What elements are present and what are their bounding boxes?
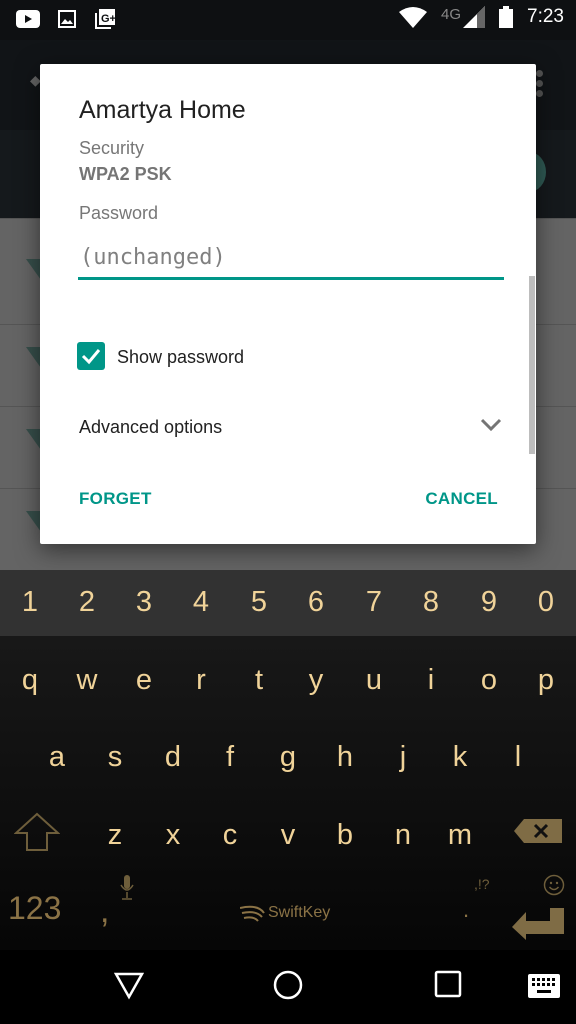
recents-icon[interactable] xyxy=(434,970,462,998)
punctuation-hint: ,!? xyxy=(474,876,490,892)
shift-key-icon[interactable] xyxy=(14,812,60,852)
key-v[interactable]: v xyxy=(268,819,308,852)
key-w[interactable]: w xyxy=(67,664,107,697)
checkmark-icon xyxy=(81,349,101,365)
cancel-button[interactable]: CANCEL xyxy=(425,489,498,509)
key-r[interactable]: r xyxy=(181,664,221,697)
security-label: Security xyxy=(79,138,145,158)
forget-button[interactable]: FORGET xyxy=(79,489,152,509)
key-l[interactable]: l xyxy=(498,741,538,774)
emoji-icon[interactable] xyxy=(543,874,565,896)
key-n[interactable]: n xyxy=(383,819,423,852)
key-u[interactable]: u xyxy=(354,664,394,697)
dialog-scrollbar[interactable] xyxy=(529,276,535,454)
period-key[interactable]: . xyxy=(463,897,469,923)
show-password-label[interactable]: Show password xyxy=(117,347,244,368)
key-y[interactable]: y xyxy=(296,664,336,697)
home-icon[interactable] xyxy=(273,970,303,1000)
clock: 7:23 xyxy=(527,6,564,27)
swiftkey-brand: SwiftKey xyxy=(268,904,331,921)
password-input[interactable] xyxy=(78,238,504,280)
dialog-title: Amartya Home xyxy=(79,96,246,124)
enter-key-icon[interactable] xyxy=(512,908,566,940)
advanced-options-label[interactable]: Advanced options xyxy=(79,417,222,438)
key-j[interactable]: j xyxy=(383,741,423,774)
key-h[interactable]: h xyxy=(325,741,365,774)
key-s[interactable]: s xyxy=(95,741,135,774)
key-q[interactable]: q xyxy=(10,664,50,697)
background-back-icon: ◆ xyxy=(30,72,41,88)
key-a[interactable]: a xyxy=(37,741,77,774)
keyboard: 1234567890qwertyuiopasdfghjklzxcvbnm 123… xyxy=(0,570,576,950)
key-p[interactable]: p xyxy=(526,664,566,697)
key-c[interactable]: c xyxy=(210,819,250,852)
security-value: WPA2 PSK xyxy=(79,164,172,184)
keyboard-icon[interactable] xyxy=(528,974,560,998)
key-o[interactable]: o xyxy=(469,664,509,697)
gallery-icon xyxy=(58,10,76,28)
key-4[interactable]: 4 xyxy=(181,586,221,619)
google-plus-icon: G+ xyxy=(95,9,116,29)
signal-icon xyxy=(463,6,486,28)
key-6[interactable]: 6 xyxy=(296,586,336,619)
key-2[interactable]: 2 xyxy=(67,586,107,619)
key-k[interactable]: k xyxy=(440,741,480,774)
network-type: 4G xyxy=(441,5,462,23)
youtube-icon xyxy=(16,10,40,28)
svg-text:G+: G+ xyxy=(101,13,116,25)
key-b[interactable]: b xyxy=(325,819,365,852)
password-label: Password xyxy=(79,203,159,223)
key-m[interactable]: m xyxy=(440,819,480,852)
symbols-key[interactable]: 123 xyxy=(8,890,61,927)
back-icon[interactable] xyxy=(114,970,144,1000)
wifi-network-dialog: Amartya Home Security WPA2 PSK Password … xyxy=(40,64,536,544)
key-5[interactable]: 5 xyxy=(239,586,279,619)
key-t[interactable]: t xyxy=(239,664,279,697)
wifi-icon xyxy=(399,7,427,28)
key-0[interactable]: 0 xyxy=(526,586,566,619)
comma-key[interactable]: , xyxy=(100,892,109,931)
key-7[interactable]: 7 xyxy=(354,586,394,619)
show-password-checkbox[interactable] xyxy=(77,342,105,370)
key-8[interactable]: 8 xyxy=(411,586,451,619)
key-f[interactable]: f xyxy=(210,741,250,774)
background-overflow-menu-icon xyxy=(536,70,544,100)
swiftkey-logo-icon xyxy=(240,905,265,922)
key-g[interactable]: g xyxy=(268,741,308,774)
key-d[interactable]: d xyxy=(153,741,193,774)
battery-icon xyxy=(499,6,514,28)
key-3[interactable]: 3 xyxy=(124,586,164,619)
status-bar: G+ 4G 7:23 xyxy=(0,0,576,40)
key-i[interactable]: i xyxy=(411,664,451,697)
backspace-key-icon[interactable] xyxy=(514,818,564,844)
key-x[interactable]: x xyxy=(153,819,193,852)
key-z[interactable]: z xyxy=(95,819,135,852)
key-1[interactable]: 1 xyxy=(10,586,50,619)
key-9[interactable]: 9 xyxy=(469,586,509,619)
chevron-down-icon[interactable] xyxy=(480,418,502,432)
key-e[interactable]: e xyxy=(124,664,164,697)
space-key[interactable]: SwiftKey xyxy=(240,904,330,922)
navigation-bar xyxy=(0,950,576,1024)
microphone-icon[interactable] xyxy=(120,875,134,901)
